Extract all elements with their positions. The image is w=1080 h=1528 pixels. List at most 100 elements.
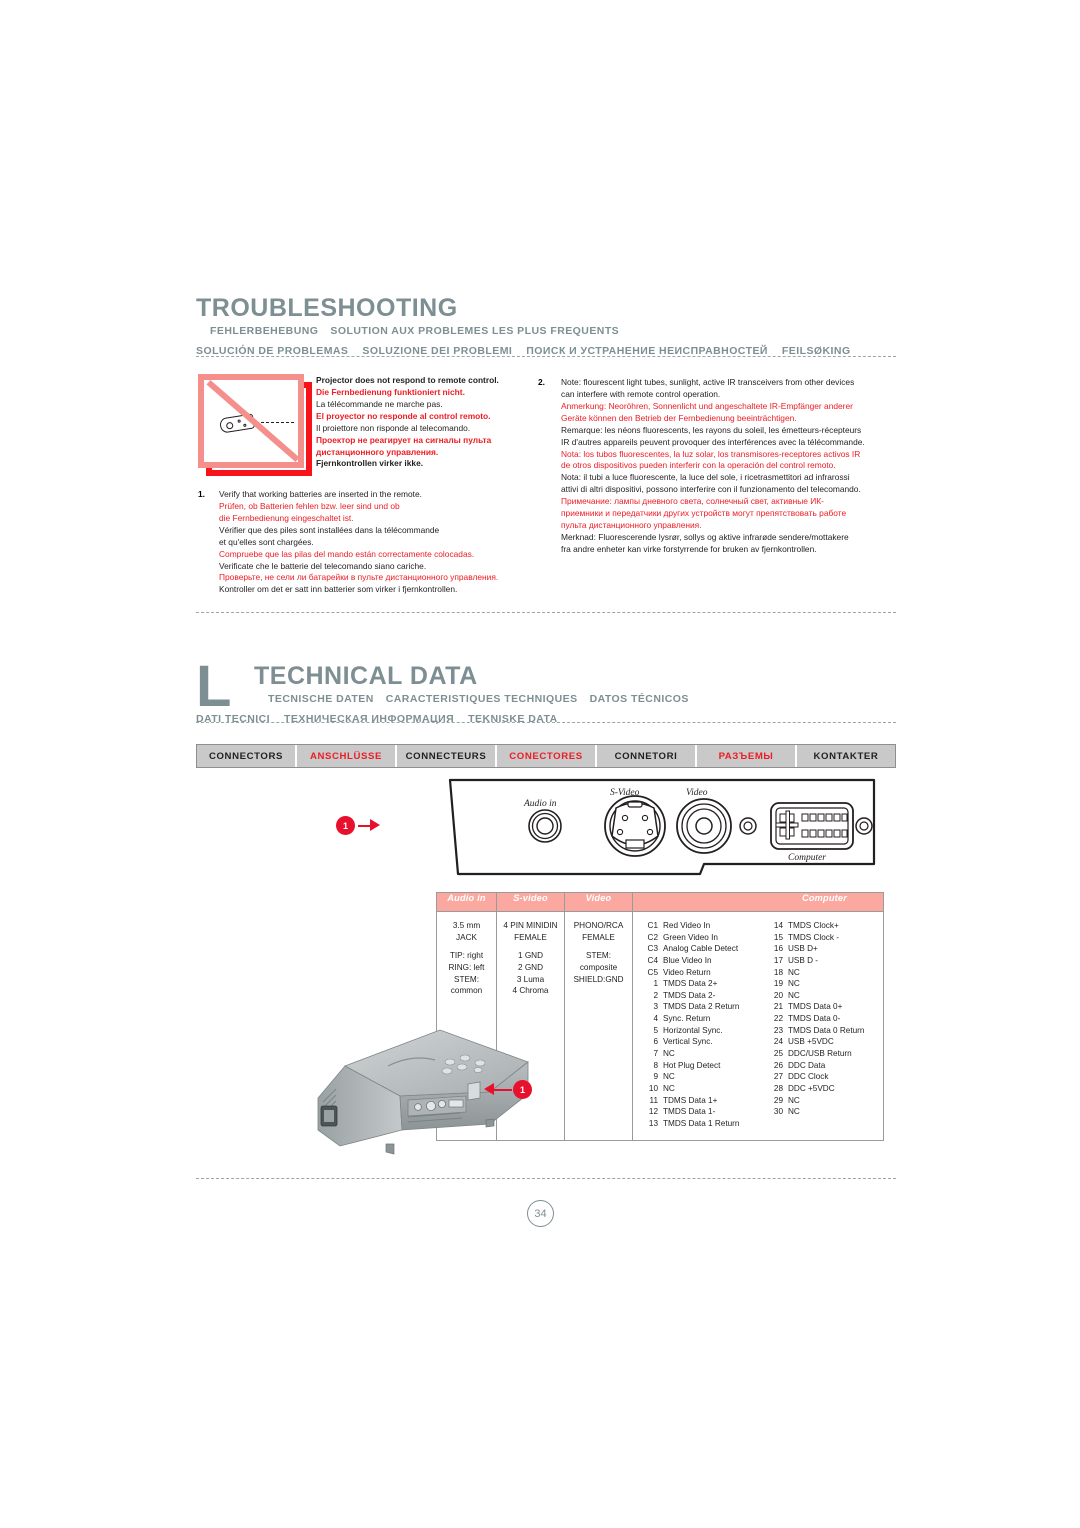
computer-pin-row: C3 Analog Cable Detect (647, 943, 758, 955)
technical-subtitle-no: TEKNISKE DATA (468, 713, 558, 725)
s-video-line: 2 GND (517, 962, 544, 972)
item1-line: Kontroller om det er satt inn batterier … (219, 584, 458, 595)
computer-pin-number: 11 (649, 1095, 659, 1105)
item2-line: Note: flourescent light tubes, sunlight,… (561, 377, 855, 387)
audio-in-line: STEM: common (450, 974, 483, 996)
computer-pin-row: 19 NC (772, 978, 883, 990)
spec-header-computer: Computer (632, 892, 884, 912)
computer-pin-number: C2 (647, 932, 658, 942)
projector-callout-badge: 1 (513, 1080, 532, 1099)
divider-troubleshooting-bottom (196, 612, 896, 613)
item1-line: die Fernbedienung eingeschaltet ist. (219, 512, 354, 523)
computer-pin-label: TDMS Data 1+ (663, 1095, 718, 1105)
technical-subtitles-line1: TECNISCHE DATEN CARACTERISTIQUES TECHNIQU… (268, 693, 701, 707)
connectors-tab-1[interactable]: ANSCHLÜSSE (297, 745, 397, 767)
computer-pin-label: TMDS Clock+ (788, 921, 839, 930)
computer-pin-row: 11 TDMS Data 1+ (647, 1095, 758, 1107)
s-video-line: 4 Chroma (512, 986, 549, 996)
computer-pin-row: 6 Vertical Sync. (647, 1036, 758, 1048)
troubleshooting-subtitle-fr: SOLUTION AUX PROBLEMES LES PLUS FREQUENT… (330, 325, 620, 337)
symptom-text-block: Projector does not respond to remote con… (316, 375, 541, 470)
projector-callout-arrow-tail (492, 1088, 512, 1091)
computer-pin-number: 15 (773, 932, 783, 942)
troubleshooting-subtitles-line1: FEHLERBEHEBUNG SOLUTION AUX PROBLEMES LES… (210, 325, 631, 339)
connectors-tab-0[interactable]: CONNECTORS (197, 745, 297, 767)
computer-pin-label: NC (788, 990, 800, 1000)
computer-pin-number: C4 (647, 955, 658, 965)
spec-cell-audio-in: 3.5 mm JACK TIP: right RING: left STEM: comm… (437, 912, 496, 1005)
technical-subtitle-fr: CARACTERISTIQUES TECHNIQUES (385, 693, 578, 705)
computer-pin-label: TMDS Data 1- (663, 1107, 716, 1117)
connectors-tab-4[interactable]: CONNETORI (597, 745, 697, 767)
computer-pin-label: DDC +5VDC (788, 1083, 835, 1093)
computer-pin-label: NC (788, 1095, 800, 1105)
connectors-tab-5[interactable]: РАЗЪЕМЫ (697, 745, 797, 767)
connectors-tab-bar[interactable]: CONNECTORS ANSCHLÜSSE CONNECTEURS CONECTORE… (196, 744, 896, 768)
connectors-tab-6[interactable]: KONTAKTER (797, 745, 895, 767)
computer-pin-row: 10 NC (647, 1083, 758, 1095)
spec-table-header-row: Audio in S-video Video Computer (436, 892, 884, 912)
computer-pin-label: Vertical Sync. (663, 1037, 713, 1047)
computer-pin-number: 6 (653, 1037, 658, 1047)
computer-pin-number: 9 (653, 1072, 658, 1082)
audio-in-line: 3.5 mm (452, 921, 481, 930)
computer-pin-row: 20 NC (772, 990, 883, 1002)
video-line: SHIELD:GND (573, 974, 624, 984)
computer-pin-number: 17 (773, 955, 783, 965)
computer-pin-label: DDC/USB Return (788, 1049, 852, 1059)
item2-line: Примечание: лампы дневного света, солнеч… (561, 496, 824, 507)
computer-pin-number: 25 (773, 1049, 783, 1059)
projector-illustration: 1 (290, 1018, 550, 1158)
computer-pin-number: 27 (773, 1072, 783, 1082)
computer-pin-number: 28 (773, 1083, 783, 1093)
computer-pin-row: 18 NC (772, 967, 883, 979)
computer-pin-row: C4 Blue Video In (647, 955, 758, 967)
computer-pin-label: TMDS Data 2+ (663, 979, 718, 989)
computer-pin-row: 7 NC (647, 1048, 758, 1060)
video-line: PHONO/RCA (573, 921, 624, 930)
item2-line: de otros dispositivos pueden interferir … (561, 460, 836, 471)
item2-number: 2. (538, 377, 545, 387)
computer-pin-row: 13 TMDS Data 1 Return (647, 1118, 758, 1130)
spec-header-s-video: S-video (496, 892, 565, 912)
divider-bottom (196, 1178, 896, 1179)
computer-pin-label: TMDS Data 2- (663, 990, 716, 1000)
item2-line: Anmerkung: Neoröhren, Sonnenlicht und an… (561, 400, 853, 411)
symptom-line: Projector does not respond to remote con… (316, 375, 499, 385)
troubleshooting-subtitle-de: FEHLERBEHEBUNG (210, 325, 319, 337)
panel-label-computer: Computer (788, 853, 826, 863)
computer-pin-row: C1 Red Video In (647, 920, 758, 932)
item2-line: IR d'autres appareils peuvent provoquer … (561, 436, 865, 447)
symptom-line: Fjernkontrollen virker ikke. (316, 458, 424, 469)
symptom-line: La télécommande ne marche pas. (316, 398, 443, 409)
connectors-tab-3[interactable]: CONECTORES (497, 745, 597, 767)
item2-text-block: Note: flourescent light tubes, sunlight,… (561, 377, 896, 556)
computer-pin-label: TMDS Data 0 Return (788, 1025, 865, 1035)
computer-pin-row: 14 TMDS Clock+ (772, 920, 883, 932)
computer-pin-row: 2 TMDS Data 2- (647, 990, 758, 1002)
computer-pin-number: 20 (773, 990, 783, 1000)
panel-label-audio-in: Audio in (523, 799, 557, 809)
s-video-line: FEMALE (514, 932, 547, 942)
item2-line: Geräte können den Betrieb der Fernbedien… (561, 412, 797, 423)
computer-pin-number: C3 (647, 944, 658, 954)
computer-pin-label: NC (663, 1083, 675, 1093)
symptom-line: Проектор не реагирует на сигналы пульта (316, 434, 492, 445)
computer-pin-label: Horizontal Sync. (663, 1025, 723, 1035)
computer-pin-label: NC (663, 1072, 675, 1082)
computer-pin-label: TMDS Data 2 Return (663, 1002, 740, 1012)
computer-pin-row: 1 TMDS Data 2+ (647, 978, 758, 990)
technical-data-heading: TECHNICAL DATA TECNISCHE DATEN CARACTERIS… (196, 664, 896, 726)
computer-pin-number: 23 (773, 1025, 783, 1035)
connectors-tab-2[interactable]: CONNECTEURS (397, 745, 497, 767)
spec-cell-computer: C1 Red Video In C2 Green Video In C3 Analog C… (633, 912, 883, 1140)
computer-pin-number: 4 (653, 1014, 658, 1024)
computer-pin-label: Sync. Return (663, 1014, 711, 1024)
s-video-line: 4 PIN MINIDIN (503, 921, 558, 930)
troubleshooting-heading: TROUBLESHOOTING FEHLERBEHEBUNG SOLUTION A… (196, 296, 896, 358)
item2-line: приемники и передатчики других устройств… (561, 508, 847, 519)
computer-pin-label: Analog Cable Detect (663, 944, 739, 954)
computer-pin-label: DDC Clock (788, 1072, 829, 1082)
panel-label-video: Video (686, 788, 708, 798)
symptom-line: дистанционного управления. (316, 446, 439, 457)
